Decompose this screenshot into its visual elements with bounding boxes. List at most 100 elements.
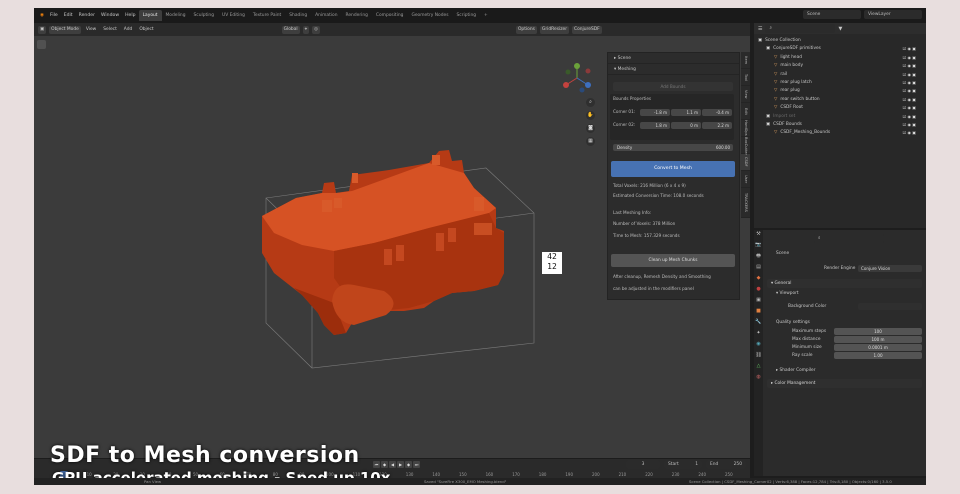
sidebar-tab-tool[interactable]: Tool (741, 69, 750, 86)
menu-window[interactable]: Window (98, 13, 122, 18)
visibility-eye-icon[interactable]: ☑ ◉ ▣ (903, 121, 916, 129)
general-section[interactable]: ▾ General (767, 279, 922, 288)
outliner-search-input[interactable]: ⌕ (765, 24, 836, 33)
tab-shading[interactable]: Shading (285, 10, 311, 21)
render-engine-dropdown[interactable]: Conjure Vision (858, 265, 922, 272)
outliner-row[interactable]: ▽ rear switch button ☑ ◉ ▣ (774, 96, 922, 104)
density-field[interactable]: Density 600.00 (613, 144, 733, 151)
visibility-eye-icon[interactable]: ☑ ◉ ▣ (903, 79, 916, 87)
physics-tab-icon[interactable]: ◉ (754, 340, 763, 349)
outliner-row[interactable]: ▣ ConjureSDF primitives ☑ ◉ ▣ (766, 45, 922, 53)
tool-tab-icon[interactable]: ⚒ (754, 230, 763, 239)
modifier-tab-icon[interactable]: 🔧 (754, 318, 763, 327)
jump-start-icon[interactable]: ⏮ (373, 461, 380, 468)
sidebar-tab-item[interactable]: Item (741, 52, 750, 69)
sidebar-tab-user[interactable]: User (741, 171, 750, 188)
tab-rendering[interactable]: Rendering (342, 10, 372, 21)
sidebar-tab-trackers[interactable]: TRACKERS (741, 188, 750, 218)
corner1-x-field[interactable]: -1.8 m (640, 109, 670, 116)
particles-tab-icon[interactable]: ✦ (754, 329, 763, 338)
start-frame-field[interactable]: Start 1 (664, 460, 702, 469)
corner1-z-field[interactable]: -0.4 m (702, 109, 732, 116)
visibility-eye-icon[interactable]: ☑ ◉ ▣ (903, 87, 916, 95)
outliner-row[interactable]: ▽ CSDF Root ☑ ◉ ▣ (774, 104, 922, 112)
outliner-row[interactable]: ▽ rail ☑ ◉ ▣ (774, 71, 922, 79)
tab-scripting[interactable]: Scripting (453, 10, 481, 21)
properties-search-input[interactable]: ⌕ (814, 234, 884, 243)
sidebar-tab-boxcutter[interactable]: BoxCutter (741, 137, 750, 155)
max-distance-field[interactable]: 100 m (834, 336, 922, 343)
view-layer-selector[interactable]: ViewLayer (864, 10, 922, 19)
outliner-row[interactable]: ▽ rear plug ☑ ◉ ▣ (774, 87, 922, 95)
outliner-row[interactable]: ▽ light head ☑ ◉ ▣ (774, 54, 922, 62)
sidebar-tab-view[interactable]: View (741, 86, 750, 103)
tab-animation[interactable]: Animation (311, 10, 341, 21)
outliner-editor-icon[interactable]: ☰ (758, 26, 762, 32)
outliner-row[interactable]: ▽ main body ☑ ◉ ▣ (774, 62, 922, 70)
play-icon[interactable]: ▶ (397, 461, 404, 468)
perspective-grid-icon[interactable]: ▦ (586, 137, 595, 146)
blender-logo-icon[interactable]: ◉ (37, 13, 47, 18)
outliner-row[interactable]: ▣ CSDF Bounds ☑ ◉ ▣ (766, 121, 922, 129)
tab-texture-paint[interactable]: Texture Paint (249, 10, 285, 21)
tab-sculpting[interactable]: Sculpting (190, 10, 219, 21)
current-frame-field[interactable]: 3 (626, 460, 660, 469)
ray-scale-field[interactable]: 1.00 (834, 352, 922, 359)
add-workspace-button[interactable]: + (480, 10, 492, 21)
visibility-eye-icon[interactable]: ☑ ◉ ▣ (903, 62, 916, 70)
visibility-eye-icon[interactable]: ☑ ◉ ▣ (903, 96, 916, 104)
menu-edit[interactable]: Edit (61, 13, 76, 18)
clean-up-mesh-chunks-button[interactable]: Clean up Mesh Chunks (611, 254, 735, 267)
next-keyframe-icon[interactable]: ◆ (405, 461, 412, 468)
menu-help[interactable]: Help (122, 13, 138, 18)
minimum-size-field[interactable]: 0.0001 m (834, 344, 922, 351)
visibility-eye-icon[interactable]: ☑ ◉ ▣ (903, 71, 916, 79)
3d-viewport[interactable]: ▣ Object Mode View Select Add Object Glo… (34, 23, 750, 485)
add-bounds-button[interactable]: Add Bounds (613, 82, 733, 91)
navigation-gizmo[interactable] (562, 63, 592, 93)
color-management-section[interactable]: ▸ Color Management (767, 379, 922, 388)
panel-meshing-header[interactable]: ▾ Meshing (608, 64, 739, 75)
jump-end-icon[interactable]: ⏭ (413, 461, 420, 468)
camera-icon[interactable]: ◙ (586, 124, 595, 133)
corner2-x-field[interactable]: 1.8 m (640, 122, 670, 129)
visibility-eye-icon[interactable]: ☑ ◉ ▣ (903, 54, 916, 62)
filter-icon[interactable]: ▼ (838, 26, 842, 32)
sidebar-tab-csdf[interactable]: CSDF (741, 154, 750, 171)
constraints-tab-icon[interactable]: ⛓ (754, 351, 763, 360)
prev-keyframe-icon[interactable]: ◆ (381, 461, 388, 468)
corner1-y-field[interactable]: 1.1 m (671, 109, 701, 116)
visibility-eye-icon[interactable]: ☑ ◉ ▣ (903, 113, 916, 121)
sidebar-tab-hardops[interactable]: HardOps (741, 120, 750, 137)
convert-to-mesh-button[interactable]: Convert to Mesh (611, 161, 735, 177)
max-steps-field[interactable]: 100 (834, 328, 922, 335)
visibility-eye-icon[interactable]: ☑ ◉ ▣ (903, 129, 916, 137)
outliner-row[interactable]: ▽ CSDF_Meshing_Bounds ☑ ◉ ▣ (774, 129, 922, 137)
play-reverse-icon[interactable]: ◀ (389, 461, 396, 468)
background-color-swatch[interactable] (858, 303, 922, 310)
zoom-icon[interactable]: ⌕ (586, 98, 595, 107)
end-frame-field[interactable]: End 250 (706, 460, 746, 469)
object-tab-icon[interactable]: ■ (754, 307, 763, 316)
outliner-row[interactable]: ▽ rear plug latch ☑ ◉ ▣ (774, 79, 922, 87)
collection-tab-icon[interactable]: ▣ (754, 296, 763, 305)
render-tab-icon[interactable]: 📷 (754, 241, 763, 250)
sidebar-tab-edit[interactable]: Edit (741, 103, 750, 120)
data-tab-icon[interactable]: △ (754, 362, 763, 371)
tab-uv-editing[interactable]: UV Editing (218, 10, 249, 21)
outliner-row[interactable]: ▣ Scene Collection (758, 37, 922, 45)
menu-file[interactable]: File (47, 13, 61, 18)
visibility-eye-icon[interactable]: ☑ ◉ ▣ (903, 104, 916, 112)
scene-selector[interactable]: Scene (803, 10, 861, 19)
world-tab-icon[interactable]: ● (754, 285, 763, 294)
material-tab-icon[interactable]: ◍ (754, 373, 763, 382)
corner2-y-field[interactable]: 0 m (671, 122, 701, 129)
view-layer-tab-icon[interactable]: ▤ (754, 263, 763, 272)
output-tab-icon[interactable]: 🖶 (754, 252, 763, 261)
panel-scene-header[interactable]: ▸ Scene (608, 53, 739, 64)
outliner-row[interactable]: ▣ Import set ☑ ◉ ▣ (766, 113, 922, 121)
viewport-subsection[interactable]: ▾ Viewport (776, 291, 799, 296)
visibility-eye-icon[interactable]: ☑ ◉ ▣ (903, 45, 916, 53)
menu-render[interactable]: Render (76, 13, 98, 18)
shader-compiler-subsection[interactable]: ▸ Shader Compiler (776, 368, 815, 373)
